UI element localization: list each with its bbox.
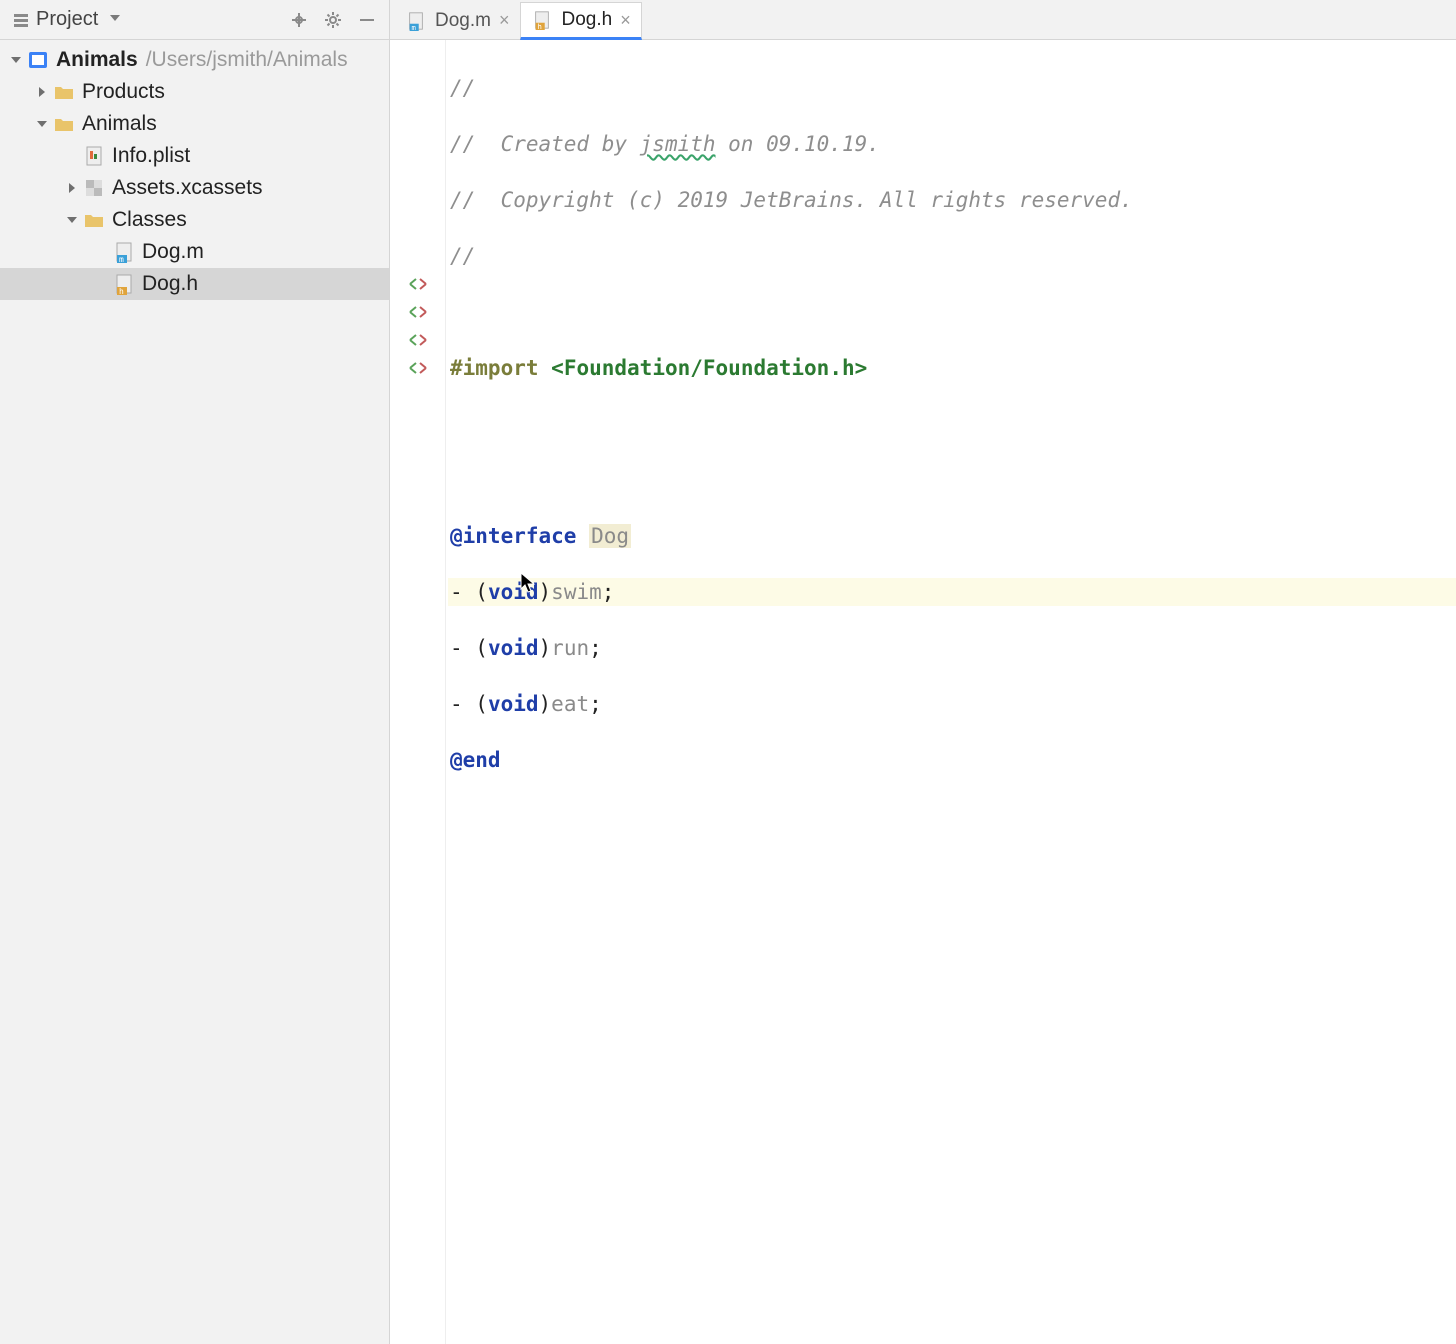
disclosure-down-icon[interactable] (6, 50, 26, 70)
tree-node-classes[interactable]: Classes (0, 204, 389, 236)
editor-body: // // Created by jsmith on 09.10.19. // … (390, 40, 1456, 1344)
tree-label: Assets.xcassets (112, 176, 263, 200)
tab-dog-m[interactable]: m Dog.m × (394, 1, 520, 39)
code-area[interactable]: // // Created by jsmith on 09.10.19. // … (446, 40, 1456, 1344)
folder-icon (52, 112, 76, 136)
tree-root[interactable]: Animals /Users/jsmith/Animals (0, 44, 389, 76)
disclosure-down-icon[interactable] (32, 114, 52, 134)
tree-root-label: Animals (56, 48, 138, 72)
disclosure-right-icon[interactable] (32, 82, 52, 102)
h-file-icon: h (112, 272, 136, 296)
close-icon[interactable]: × (499, 10, 510, 31)
svg-text:m: m (411, 23, 416, 31)
code-type: void (488, 580, 539, 604)
tree-node-assets[interactable]: Assets.xcassets (0, 172, 389, 204)
code-end-keyword: @end (450, 748, 501, 772)
code-comment: // (450, 244, 475, 268)
tree-label: Info.plist (112, 144, 190, 168)
tab-label: Dog.m (435, 10, 491, 32)
tree-root-path: /Users/jsmith/Animals (146, 48, 348, 72)
code-import-path: <Foundation/Foundation.h> (551, 356, 867, 380)
code-method: swim (551, 580, 602, 604)
code-comment: // (450, 76, 475, 100)
tab-label: Dog.h (561, 9, 612, 31)
code-comment: // Created by jsmith on 09.10.19. (450, 132, 880, 156)
tree-label: Products (82, 80, 165, 104)
disclosure-right-icon[interactable] (62, 178, 82, 198)
gear-icon[interactable] (319, 6, 347, 34)
svg-text:h: h (538, 22, 542, 30)
editor-tabbar: m Dog.m × h Dog.h × (390, 0, 1456, 40)
code-classname: Dog (589, 524, 631, 548)
code-method: eat (551, 692, 589, 716)
tree-label: Dog.h (142, 272, 198, 296)
m-file-icon: m (112, 240, 136, 264)
tree-label: Dog.m (142, 240, 204, 264)
code-type: void (488, 636, 539, 660)
code-type: void (488, 692, 539, 716)
project-icon (12, 11, 30, 29)
assets-icon (82, 176, 106, 200)
sidebar-header: Project (0, 0, 389, 40)
related-nav-icon[interactable] (390, 298, 445, 326)
close-icon[interactable]: × (620, 10, 631, 31)
code-comment: // Copyright (c) 2019 JetBrains. All rig… (450, 188, 1133, 212)
tree-node-animals[interactable]: Animals (0, 108, 389, 140)
tree-node-products[interactable]: Products (0, 76, 389, 108)
xcode-project-icon (26, 48, 50, 72)
project-sidebar: Project Animals /Us (0, 0, 390, 1344)
svg-text:h: h (119, 287, 124, 295)
tree-node-info[interactable]: Info.plist (0, 140, 389, 172)
folder-icon (82, 208, 106, 232)
editor-gutter (390, 40, 446, 1344)
chevron-down-icon[interactable] (108, 8, 122, 31)
tab-dog-h[interactable]: h Dog.h × (520, 2, 641, 40)
plist-icon (82, 144, 106, 168)
locate-icon[interactable] (285, 6, 313, 34)
tree-label: Classes (112, 208, 187, 232)
code-import-keyword: #import (450, 356, 539, 380)
related-nav-icon[interactable] (390, 326, 445, 354)
code-interface-keyword: @interface (450, 524, 576, 548)
sidebar-title[interactable]: Project (36, 8, 98, 31)
m-file-icon: m (405, 10, 427, 32)
svg-text:m: m (119, 255, 124, 263)
collapse-icon[interactable] (353, 6, 381, 34)
related-nav-icon[interactable] (390, 270, 445, 298)
h-file-icon: h (531, 9, 553, 31)
related-nav-icon[interactable] (390, 354, 445, 382)
tree-node-dogh[interactable]: h Dog.h (0, 268, 389, 300)
folder-icon (52, 80, 76, 104)
tree-node-dogm[interactable]: m Dog.m (0, 236, 389, 268)
code-method: run (551, 636, 589, 660)
tree-label: Animals (82, 112, 157, 136)
disclosure-down-icon[interactable] (62, 210, 82, 230)
project-tree: Animals /Users/jsmith/Animals Products A… (0, 40, 389, 300)
